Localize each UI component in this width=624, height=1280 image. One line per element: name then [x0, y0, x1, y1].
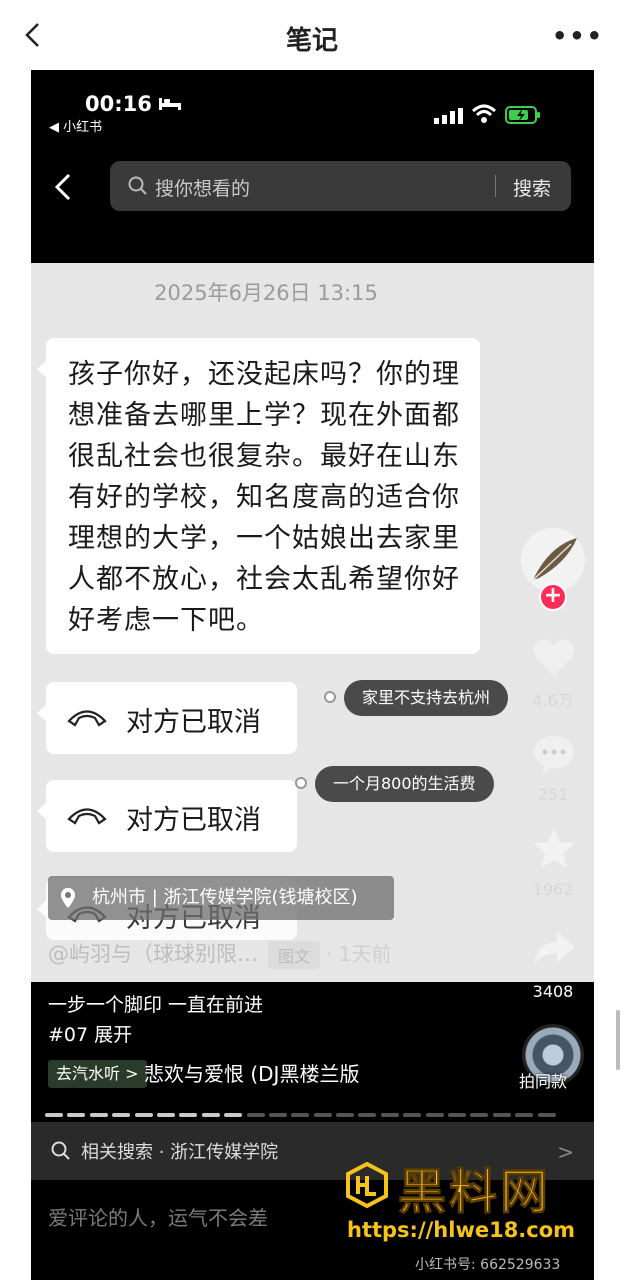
progress-segment: [89, 1113, 108, 1117]
embedded-screenshot: 00:16 ◀ 小红书 搜你想看的 搜索 2025年6月26日 13:15 孩子…: [31, 70, 594, 1280]
same-style-button[interactable]: 拍同款: [519, 1068, 567, 1092]
phone-hangup-icon: [67, 710, 107, 727]
call-status: 对方已取消: [126, 805, 261, 836]
pill-dot: [295, 777, 307, 789]
like-count: 4.6万: [532, 691, 574, 710]
progress-segment: [67, 1113, 86, 1117]
progress-segment: [201, 1113, 220, 1117]
app-header: 笔记 •••: [0, 0, 624, 70]
more-icon[interactable]: •••: [552, 22, 604, 50]
search-icon: [128, 176, 147, 195]
author-name[interactable]: @屿羽与（球球别限…: [48, 942, 258, 966]
watermark-url: https://hlwe18.com: [347, 1218, 576, 1242]
caption-expand[interactable]: #07 展开: [48, 1020, 132, 1047]
comment-icon[interactable]: [531, 732, 577, 778]
follow-button[interactable]: +: [539, 583, 567, 611]
scrollbar[interactable]: [616, 1010, 620, 1070]
comment-input[interactable]: 爱评论的人，运气不会差: [48, 1202, 268, 1231]
progress-segment: [336, 1113, 355, 1117]
star-icon[interactable]: [531, 826, 577, 872]
progress-segment: [291, 1113, 310, 1117]
search-input[interactable]: 搜你想看的 搜索: [110, 161, 571, 211]
progress-segment: [45, 1113, 63, 1117]
progress-segment: [246, 1113, 265, 1117]
caption-line: 一步一个脚印 一直在前进: [48, 994, 264, 1016]
call-bubble: 对方已取消: [37, 682, 297, 754]
overlay-pill[interactable]: 一个月800的生活费: [315, 766, 494, 802]
search-placeholder: 搜你想看的: [155, 178, 251, 200]
status-and-search: 00:16 ◀ 小红书 搜你想看的 搜索: [31, 70, 594, 263]
progress-segment: [403, 1113, 422, 1117]
wifi-icon: [472, 104, 496, 123]
message-text: 孩子你好，还没起床吗？你的理想准备去哪里上学？现在外面都很乱社会也很复杂。最好在…: [68, 359, 460, 636]
progress-segment: [268, 1113, 287, 1117]
progress-segment: [470, 1113, 489, 1117]
music-app-link[interactable]: 去汽水听 >: [48, 1060, 147, 1088]
progress-segment: [112, 1113, 131, 1117]
location-tag[interactable]: 杭州市 | 浙江传媒学院(钱塘校区): [48, 876, 394, 920]
expand-icon[interactable]: [592, 1222, 618, 1248]
progress-segment: [179, 1113, 198, 1117]
progress-segment: [448, 1113, 467, 1117]
battery-icon: [505, 106, 540, 124]
page-title: 笔记: [285, 26, 338, 56]
redbook-id: 小红书号: 662529633: [415, 1257, 561, 1273]
location-text: 杭州市 | 浙江传媒学院(钱塘校区): [92, 887, 358, 908]
progress-segment: [313, 1113, 332, 1117]
call-status: 对方已取消: [126, 707, 261, 738]
heart-icon[interactable]: [531, 635, 577, 681]
overlay-pill[interactable]: 家里不支持去杭州: [344, 680, 509, 716]
progress-segment: [224, 1113, 243, 1117]
music-title[interactable]: 悲欢与爱恨 (DJ黑楼兰版: [144, 1058, 359, 1087]
progress-segment: [515, 1113, 534, 1117]
share-icon[interactable]: [531, 926, 577, 972]
progress-segment: [425, 1113, 444, 1117]
comment-count: 251: [537, 785, 569, 804]
signal-icon: [434, 108, 463, 124]
watermark-title: 黑料网: [397, 1164, 552, 1221]
author-row: @屿羽与（球球别限… 图文 · 1天前: [48, 938, 391, 969]
location-pin-icon: [61, 888, 75, 908]
progress-segment: [380, 1113, 399, 1117]
back-to-app[interactable]: ◀ 小红书: [49, 116, 102, 135]
chevron-right-icon: >: [557, 1140, 574, 1164]
progress-segment: [492, 1113, 511, 1117]
chat-timestamp: 2025年6月26日 13:15: [154, 281, 378, 305]
progress-segment: [537, 1113, 556, 1117]
divider: [495, 175, 496, 197]
call-bubble: 对方已取消: [37, 780, 297, 852]
search-icon: [51, 1141, 70, 1160]
star-count: 1962: [532, 880, 574, 899]
bed-icon: [159, 98, 181, 110]
progress-segment: [134, 1113, 153, 1117]
watermark-logo-icon: [346, 1162, 388, 1208]
image-progress: [45, 1102, 581, 1136]
related-search-text: 相关搜索 · 浙江传媒学院: [81, 1142, 279, 1163]
status-time: 00:16: [85, 92, 152, 116]
message-bubble: 孩子你好，还没起床吗？你的理想准备去哪里上学？现在外面都很乱社会也很复杂。最好在…: [37, 338, 480, 654]
progress-segment: [156, 1113, 175, 1117]
note-type-badge: 图文: [268, 941, 321, 969]
progress-segment: [358, 1113, 377, 1117]
chevron-left-icon[interactable]: [53, 172, 73, 202]
phone-hangup-icon: [67, 808, 107, 825]
pill-dot: [324, 691, 336, 703]
post-age: · 1天前: [326, 942, 392, 966]
search-button[interactable]: 搜索: [513, 174, 551, 201]
share-count: 3408: [532, 982, 574, 1001]
